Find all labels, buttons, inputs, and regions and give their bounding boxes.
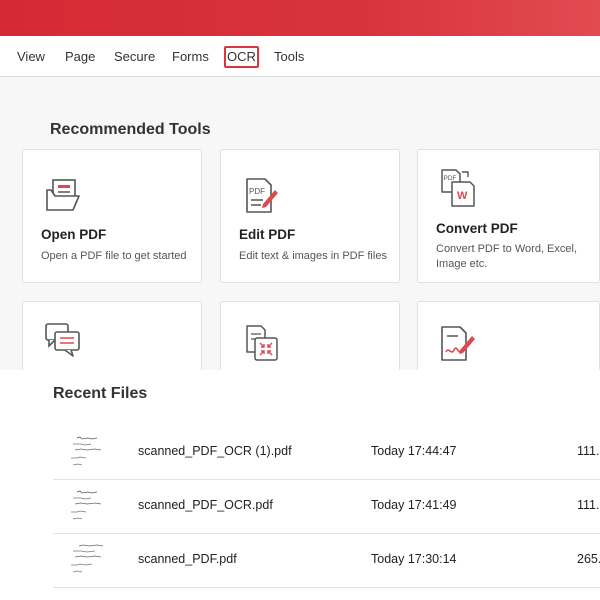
convert-pdf-card[interactable]: PDF W Convert PDF Convert PDF to Word, E… [417, 149, 600, 283]
file-modified-date: Today 17:41:49 [371, 498, 457, 512]
recent-file-row[interactable]: scanned_PDF_OCR.pdf Today 17:41:49 111. [53, 480, 600, 534]
comment-icon [45, 323, 80, 357]
menu-page[interactable]: Page [63, 46, 97, 68]
title-bar [0, 0, 600, 36]
file-modified-date: Today 17:44:47 [371, 444, 457, 458]
file-size: 111. [577, 444, 600, 458]
card-description: Convert PDF to Word, Excel, Image etc. [436, 243, 578, 270]
file-thumbnail [67, 486, 109, 528]
file-thumbnail [67, 540, 109, 582]
card-title: Open PDF [41, 227, 107, 242]
file-name: scanned_PDF_OCR (1).pdf [138, 444, 292, 458]
menu-tools[interactable]: Tools [272, 46, 306, 68]
recent-file-row[interactable]: scanned_PDF.pdf Today 17:30:14 265. [53, 534, 600, 588]
card-title: Edit PDF [239, 227, 296, 242]
file-name: scanned_PDF.pdf [138, 552, 237, 566]
comment-tool-card[interactable] [22, 301, 202, 370]
sign-tool-card[interactable] [417, 301, 600, 370]
file-thumbnail [67, 432, 109, 474]
convert-pdf-icon: PDF W [441, 169, 475, 207]
svg-text:W: W [457, 190, 468, 202]
file-size: 111. [577, 498, 600, 512]
sign-icon [441, 326, 475, 361]
open-pdf-card[interactable]: Open PDF Open a PDF file to get started [22, 149, 202, 283]
svg-text:PDF: PDF [249, 187, 265, 196]
open-folder-icon [46, 179, 80, 211]
compress-icon [246, 325, 278, 361]
menu-view[interactable]: View [15, 46, 47, 68]
file-name: scanned_PDF_OCR.pdf [138, 498, 273, 512]
menu-forms[interactable]: Forms [170, 46, 211, 68]
card-title: Convert PDF [436, 221, 518, 236]
recommended-tools-title: Recommended Tools [50, 121, 211, 138]
file-size: 265. [577, 552, 600, 566]
svg-text:PDF: PDF [444, 175, 457, 182]
recent-file-row[interactable]: scanned_PDF_OCR (1).pdf Today 17:44:47 1… [53, 426, 600, 480]
file-modified-date: Today 17:30:14 [371, 552, 457, 566]
edit-pdf-card[interactable]: PDF Edit PDF Edit text & images in PDF f… [220, 149, 400, 283]
recent-files-title: Recent Files [53, 385, 148, 402]
recent-files-section: Recent Files scanned_PDF_OCR (1).pdf Tod… [0, 370, 600, 600]
compress-tool-card[interactable] [220, 301, 400, 370]
card-description: Edit text & images in PDF files [239, 250, 387, 262]
menu-secure[interactable]: Secure [112, 46, 157, 68]
card-description: Open a PDF file to get started [41, 250, 187, 262]
home-content: Recommended Tools Open PDF Open a PDF fi… [0, 77, 600, 370]
edit-pdf-icon: PDF [246, 178, 278, 213]
menu-bar: View Page Secure Forms OCR Tools [0, 36, 600, 77]
menu-ocr[interactable]: OCR [224, 46, 259, 68]
